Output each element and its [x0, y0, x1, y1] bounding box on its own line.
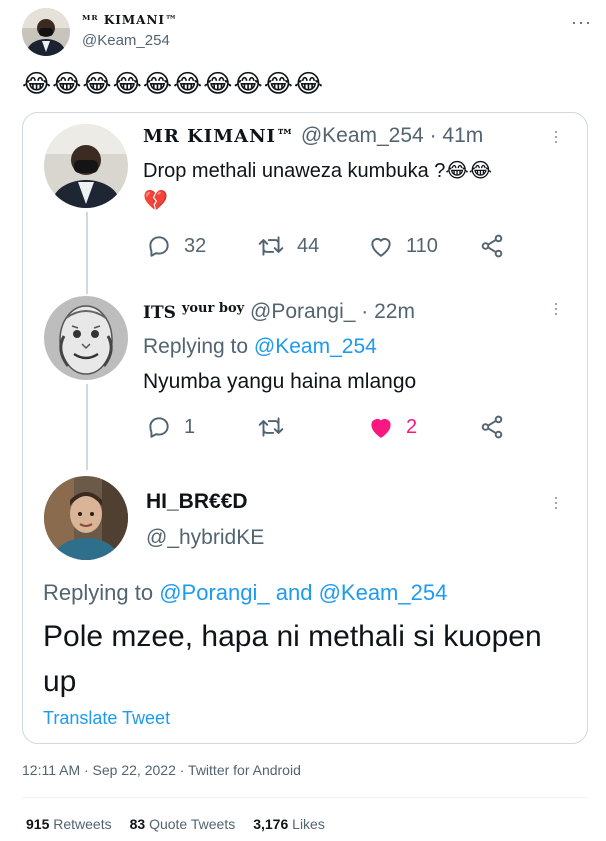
- tweet-stats: 915 Retweets 83 Quote Tweets 3,176 Likes: [26, 816, 325, 832]
- author-avatar[interactable]: [22, 8, 70, 56]
- share-icon: [481, 415, 503, 439]
- tweet1-actions: 32 44 110: [146, 233, 505, 259]
- tweet3-more-icon[interactable]: ···: [546, 495, 567, 510]
- tweet2-name[interactable]: ITS your boy: [143, 301, 244, 323]
- tweet2-share-button[interactable]: [479, 414, 505, 440]
- tweet3-handle[interactable]: @_hybridKE: [146, 526, 264, 550]
- translate-tweet-link[interactable]: Translate Tweet: [43, 708, 170, 729]
- tweet1-more-icon[interactable]: ···: [546, 129, 567, 144]
- tweet2-text: Nyumba yangu haina mlango: [143, 370, 417, 393]
- tweet3-mention-keam[interactable]: @Keam_254: [319, 580, 448, 605]
- thread-line: [86, 212, 88, 294]
- tweet3-name[interactable]: HI_BR€€D: [146, 490, 248, 514]
- tweet1-like-count: 110: [406, 234, 438, 257]
- tweet-timestamp[interactable]: 12:11 AM · Sep 22, 2022 · Twitter for An…: [22, 762, 301, 778]
- tweet1-reply-button[interactable]: 32: [146, 233, 257, 259]
- retweets-stat[interactable]: 915 Retweets: [26, 816, 112, 832]
- avatar-hybridke[interactable]: [44, 476, 128, 560]
- tweet1-share-button[interactable]: [479, 233, 505, 259]
- tweet1-retweet-button[interactable]: 44: [257, 233, 368, 259]
- tweet3-replying-to: Replying to @Porangi_ and @Keam_254: [43, 580, 448, 605]
- tweet2-handle[interactable]: @Porangi_: [250, 300, 355, 323]
- tweet3-text: Pole mzee, hapa ni methali si kuopen up: [43, 620, 542, 698]
- tweet1-handle[interactable]: @Keam_254: [301, 124, 424, 147]
- tweet2-actions: 1 2: [146, 414, 505, 440]
- avatar-kimani[interactable]: [44, 124, 128, 208]
- heart-icon: [371, 238, 391, 257]
- tweet2-mention[interactable]: @Keam_254: [254, 335, 377, 358]
- tweet2-like-count: 2: [406, 415, 418, 438]
- divider: [22, 797, 588, 798]
- share-icon: [481, 234, 503, 258]
- tweet1-retweet-count: 44: [297, 234, 320, 257]
- quote-tweets-stat[interactable]: 83 Quote Tweets: [130, 816, 236, 832]
- tweet1-like-button[interactable]: 110: [368, 234, 479, 258]
- author-handle[interactable]: @Keam_254: [82, 32, 170, 49]
- reply-icon: [149, 417, 169, 438]
- tweet2-replying-to: Replying to @Keam_254: [143, 335, 377, 358]
- reply-icon: [149, 236, 169, 257]
- author-name[interactable]: ᴹᴿ KIMANI™: [82, 13, 178, 27]
- tweet2-time[interactable]: · 22m: [361, 300, 415, 323]
- tweet2-header: ITS your boy @Porangi_ · 22m: [143, 300, 415, 324]
- avatar-porangi[interactable]: [44, 296, 128, 380]
- tweet1-header: MR KIMANI™ @Keam_254 · 41m: [143, 124, 483, 148]
- tweet1-reply-count: 32: [184, 234, 207, 257]
- tweet2-retweet-button[interactable]: [257, 414, 368, 440]
- tweet2-reply-count: 1: [184, 415, 196, 438]
- tweet-text: 😂😂😂😂😂😂😂😂😂😂: [22, 70, 325, 98]
- tweet2-more-icon[interactable]: ···: [546, 301, 567, 316]
- tweet1-text: Drop methali unaweza kumbuka ?😂😂 💔: [143, 156, 563, 216]
- tweet1-body: Drop methali unaweza kumbuka ?😂😂: [143, 160, 493, 182]
- tweet3-mention-and[interactable]: and: [276, 580, 313, 605]
- tweet1-time[interactable]: · 41m: [430, 124, 484, 147]
- thread-line-2: [86, 384, 88, 470]
- tweet2-like-button[interactable]: 2: [368, 415, 479, 439]
- retweet-icon: [258, 417, 284, 437]
- retweet-icon: [258, 236, 284, 256]
- tweet3-mention-porangi[interactable]: @Porangi_: [159, 580, 269, 605]
- heart-filled-icon: [371, 419, 391, 438]
- broken-heart-emoji: 💔: [143, 190, 168, 212]
- tweet1-name[interactable]: MR KIMANI™: [143, 126, 295, 147]
- tweet2-reply-button[interactable]: 1: [146, 414, 257, 440]
- more-options-icon[interactable]: ···: [571, 12, 592, 33]
- likes-stat[interactable]: 3,176 Likes: [253, 816, 325, 832]
